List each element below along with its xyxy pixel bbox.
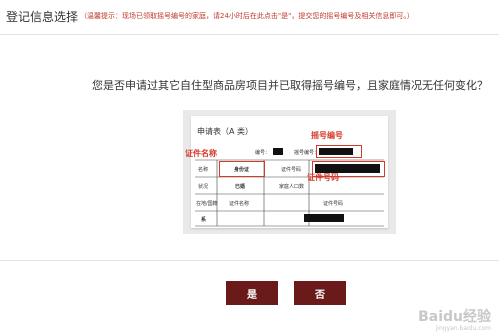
id-name-highlight (219, 161, 265, 177)
row1-col3: 证件号码 (281, 167, 302, 173)
annotation-id-name: 证件名称 (185, 149, 217, 158)
question-text: 您是否申请过其它自住型商品房项目并已取得摇号编号，且家庭情况无任何变化？ (92, 79, 488, 92)
bottom-divider (0, 260, 499, 261)
row4-col1: 系 (201, 217, 207, 223)
form-example-image: 申请表（A 类） 编号： 摇号编号： 名称 身份证 证件号码 状况 已婚 家庭人… (183, 110, 396, 234)
top-divider (0, 34, 499, 35)
row3-col1: 在地/国籍 (196, 201, 218, 207)
row3-col3: 证件号码 (323, 201, 344, 207)
baidu-watermark-url: jingyan.baidu.com (435, 325, 491, 332)
row2-col3: 家庭人口数 (279, 184, 305, 190)
no-button[interactable]: 否 (294, 281, 346, 305)
annotation-lottery-number: 摇号编号 (311, 131, 343, 140)
baidu-watermark: Baidu经验 (418, 309, 491, 325)
row2-col2: 已婚 (235, 184, 246, 190)
form-sheet: 申请表（A 类） 编号： 摇号编号： 名称 身份证 证件号码 状况 已婚 家庭人… (191, 116, 388, 228)
row3-col2: 证件名称 (229, 201, 250, 207)
notice-text: （温馨提示：现场已领取摇号编号的家庭，请24小时后在此点击"是"，提交您的摇号编… (80, 12, 414, 20)
annotation-id-number: 证件号码 (307, 173, 339, 182)
row1-col1: 名称 (198, 167, 209, 173)
yes-button[interactable]: 是 (226, 281, 278, 305)
row4-redaction (304, 214, 344, 222)
page-title: 登记信息选择 (6, 10, 79, 24)
row2-col1: 状况 (198, 184, 209, 190)
